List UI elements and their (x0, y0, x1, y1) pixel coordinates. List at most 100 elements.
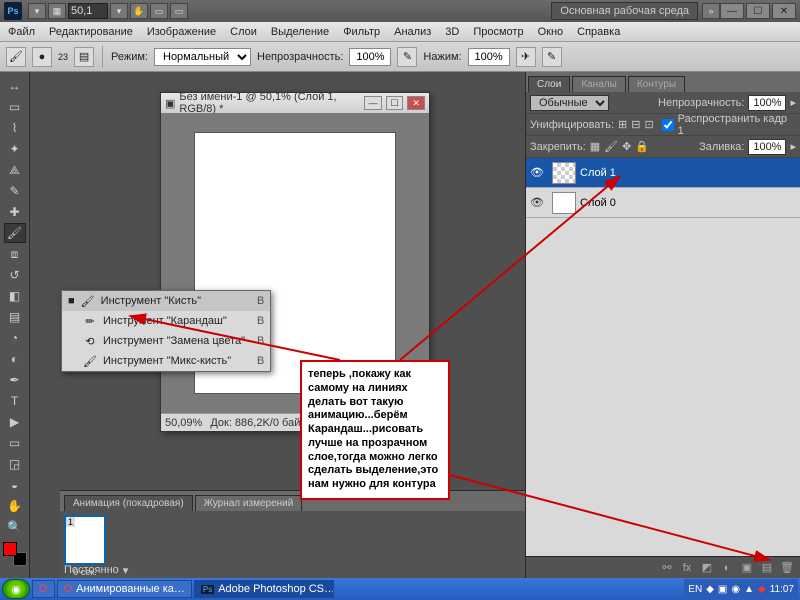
doc-maximize-button[interactable]: ☐ (386, 96, 404, 110)
chevron-down-icon[interactable]: ▸ (790, 140, 796, 153)
lang-indicator[interactable]: EN (688, 584, 702, 595)
menu-3d[interactable]: 3D (445, 26, 459, 38)
menu-edit[interactable]: Редактирование (49, 26, 133, 38)
new-layer-icon[interactable]: ▤ (760, 561, 774, 574)
mru-button[interactable]: ▾ (28, 3, 46, 19)
layer-thumb[interactable] (552, 162, 576, 184)
eyedropper-tool[interactable]: ✎ (4, 181, 26, 201)
layer-row[interactable]: 👁 Слой 0 (526, 188, 800, 218)
zoom-tool[interactable]: 🔍 (4, 517, 26, 537)
3d-tool[interactable]: ◲ (4, 454, 26, 474)
brush-panel-toggle[interactable]: ▤ (74, 47, 94, 67)
animation-frame[interactable]: 1 0 сек. (64, 515, 106, 565)
start-button[interactable]: ◉ (2, 579, 30, 599)
shape-tool[interactable]: ▭ (4, 433, 26, 453)
menu-analysis[interactable]: Анализ (394, 26, 431, 38)
close-button[interactable]: ✕ (772, 3, 796, 19)
airbrush-icon[interactable]: ✈ (516, 47, 536, 67)
brush-preview[interactable]: ● (32, 47, 52, 67)
brush-tool[interactable]: 🖌 (4, 223, 26, 243)
layer-opacity-field[interactable] (748, 95, 786, 111)
color-swatch[interactable] (3, 542, 27, 566)
fg-color[interactable] (3, 542, 17, 556)
tablet-pressure-icon[interactable]: ✎ (542, 47, 562, 67)
lock-all-icon[interactable]: 🔒 (635, 140, 649, 153)
menu-layers[interactable]: Слои (230, 26, 257, 38)
propagate-checkbox[interactable] (662, 119, 674, 131)
minimize-button[interactable]: — (720, 3, 744, 19)
zoom-field[interactable] (68, 3, 108, 19)
group-icon[interactable]: ▣ (740, 561, 754, 574)
menu-view[interactable]: Просмотр (473, 26, 523, 38)
layer-name[interactable]: Слой 1 (580, 167, 616, 179)
blend-mode-select[interactable]: Нормальный (154, 48, 251, 66)
unify-style-icon[interactable]: ⊡ (644, 118, 653, 131)
layer-thumb[interactable] (552, 192, 576, 214)
visibility-icon[interactable]: 👁 (526, 196, 548, 209)
flyout-mixer-brush[interactable]: 🖌 Инструмент "Микс-кисть" B (62, 351, 270, 371)
fx-icon[interactable]: fx (680, 562, 694, 574)
menu-select[interactable]: Выделение (271, 26, 329, 38)
eraser-tool[interactable]: ◧ (4, 286, 26, 306)
history-brush-tool[interactable]: ↺ (4, 265, 26, 285)
doc-zoom-readout[interactable]: 50,09% (165, 417, 202, 429)
gradient-tool[interactable]: ▤ (4, 307, 26, 327)
marquee-tool[interactable]: ▭ (4, 97, 26, 117)
menu-file[interactable]: Файл (8, 26, 35, 38)
workspace-switcher[interactable]: Основная рабочая среда (551, 2, 698, 20)
3d-camera-tool[interactable]: ◒ (4, 475, 26, 495)
layer-name[interactable]: Слой 0 (580, 197, 616, 209)
taskbar-item[interactable]: OАнимированные ка… (57, 580, 192, 598)
tray-icon[interactable]: ◆ (706, 584, 714, 595)
move-tool[interactable]: ↔ (4, 76, 26, 96)
pen-tool[interactable]: ✒ (4, 370, 26, 390)
opacity-field[interactable] (349, 48, 391, 66)
expand-icon[interactable]: » (702, 3, 720, 19)
wand-tool[interactable]: ✦ (4, 139, 26, 159)
menu-image[interactable]: Изображение (147, 26, 216, 38)
loop-select[interactable]: Постоянно (64, 564, 119, 576)
unify-position-icon[interactable]: ⊞ (618, 118, 627, 131)
healing-tool[interactable]: ✚ (4, 202, 26, 222)
blur-tool[interactable]: ◔ (4, 328, 26, 348)
hand-tool[interactable]: ✋ (4, 496, 26, 516)
zoom-dropdown[interactable]: ▾ (110, 3, 128, 19)
screen-mode-button[interactable]: ▭ (170, 3, 188, 19)
clock[interactable]: 11:07 (770, 584, 794, 595)
flyout-color-replace[interactable]: ⟲ Инструмент "Замена цвета" B (62, 331, 270, 351)
hand-button[interactable]: ✋ (130, 3, 148, 19)
maximize-button[interactable]: ☐ (746, 3, 770, 19)
trash-icon[interactable]: 🗑 (780, 561, 794, 574)
mask-icon[interactable]: ◩ (700, 561, 714, 574)
layer-row[interactable]: 👁 Слой 1 (526, 158, 800, 188)
tray-icon[interactable]: ▲ (744, 584, 754, 595)
stamp-tool[interactable]: ⧈ (4, 244, 26, 264)
tab-layers[interactable]: Слои (528, 76, 570, 92)
link-layers-icon[interactable]: ⚯ (660, 561, 674, 574)
tab-measurements[interactable]: Журнал измерений (195, 495, 303, 511)
crop-tool[interactable]: ⟁ (4, 160, 26, 180)
lock-transparency-icon[interactable]: ▦ (590, 140, 600, 153)
taskbar-item[interactable]: PsAdobe Photoshop CS… (194, 580, 334, 598)
tab-channels[interactable]: Каналы (572, 76, 626, 92)
system-tray[interactable]: EN ◆ ▣ ◉ ▲ ◆ 11:07 (684, 579, 798, 599)
tray-icon[interactable]: ◉ (731, 584, 740, 595)
doc-close-button[interactable]: ✕ (407, 96, 425, 110)
visibility-icon[interactable]: 👁 (526, 166, 548, 179)
document-titlebar[interactable]: ▣ Без имени-1 @ 50,1% (Слой 1, RGB/8) * … (161, 93, 429, 113)
flow-field[interactable] (468, 48, 510, 66)
lock-position-icon[interactable]: ✥ (622, 140, 631, 153)
fill-field[interactable] (748, 139, 786, 155)
chevron-down-icon[interactable]: ▸ (790, 96, 796, 109)
flyout-pencil[interactable]: ✏ Инструмент "Карандаш" B (62, 311, 270, 331)
taskbar-opera[interactable]: O (32, 580, 55, 598)
doc-info-readout[interactable]: Док: 886,2K/0 бай (210, 417, 300, 429)
menu-filter[interactable]: Фильтр (343, 26, 380, 38)
path-select-tool[interactable]: ▶ (4, 412, 26, 432)
tray-icon[interactable]: ◆ (758, 584, 766, 595)
menu-window[interactable]: Окно (538, 26, 564, 38)
adjustment-icon[interactable]: ◐ (720, 562, 734, 574)
layout-button[interactable]: ▦ (48, 3, 66, 19)
tab-animation[interactable]: Анимация (покадровая) (64, 495, 193, 511)
menu-help[interactable]: Справка (577, 26, 620, 38)
